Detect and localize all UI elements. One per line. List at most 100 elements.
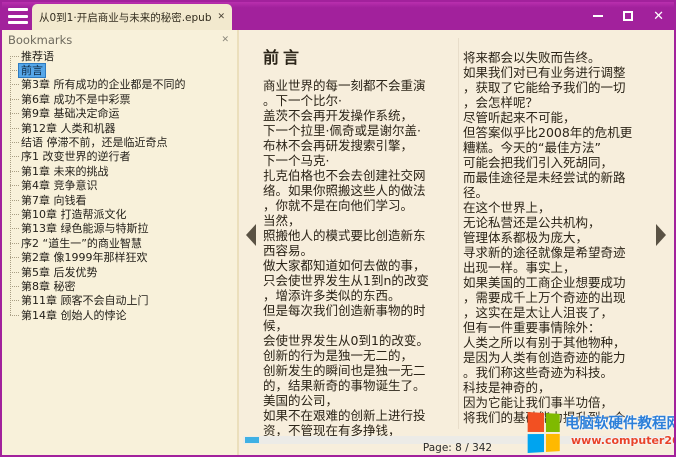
bookmark-item[interactable]: 第10章 打造帮派文化 xyxy=(10,207,237,221)
bookmark-label: 第11章 顾客不会自动上门 xyxy=(19,294,151,307)
text-line: 下一个拉里·佩奇或是谢尔盖· xyxy=(263,123,463,138)
text-line: 。下一个比尔· xyxy=(263,93,463,108)
text-line: 科技是神奇的， xyxy=(463,380,663,395)
bookmark-label: 第13章 绿色能源与特斯拉 xyxy=(19,222,151,235)
bookmark-item[interactable]: 第8章 秘密 xyxy=(10,279,237,293)
text-line: 的，结果新奇的事物诞生了。 xyxy=(263,378,463,393)
tree-branch-icon xyxy=(10,286,19,287)
tree-branch-icon xyxy=(10,315,19,316)
close-icon[interactable]: ✕ xyxy=(653,10,664,23)
bookmark-label: 第7章 向钱看 xyxy=(19,194,89,207)
tree-branch-icon xyxy=(10,243,19,244)
text-line: 糟糕。今天的“最佳方法” xyxy=(463,140,663,155)
tree-branch-icon xyxy=(10,185,19,186)
text-line: 照搬他人的模式要比创造新东 xyxy=(263,228,463,243)
text-line: 西容易。 xyxy=(263,243,463,258)
bookmark-item[interactable]: 前言 xyxy=(10,63,237,77)
text-line: 当然， xyxy=(263,213,463,228)
bookmark-item[interactable]: 第7章 向钱看 xyxy=(10,193,237,207)
tree-branch-icon xyxy=(10,200,19,201)
text-line: 如果我们对已有业务进行调整 xyxy=(463,65,663,80)
tree-branch-icon xyxy=(10,70,19,71)
text-line: 创新的行为是独一无二的， xyxy=(263,348,463,363)
bookmark-item[interactable]: 第9章 基础决定命运 xyxy=(10,107,237,121)
left-page: 前言 商业世界的每一刻都不会重演 。下一个比尔· 盖茨不会再开发操作系统， 下一… xyxy=(263,44,463,438)
tab-close-icon[interactable]: ✕ xyxy=(217,12,225,22)
bookmark-label: 第2章 像1999年那样狂欢 xyxy=(19,251,150,264)
text-line: 候， xyxy=(263,318,463,333)
bookmark-item[interactable]: 第13章 绿色能源与特斯拉 xyxy=(10,222,237,236)
tree-branch-icon xyxy=(10,128,19,129)
text-line: 如果不在艰难的创新上进行投 xyxy=(263,408,463,423)
bookmark-item[interactable]: 序1 改变世界的逆行者 xyxy=(10,150,237,164)
text-line: 如果美国的工商企业想要成功 xyxy=(463,275,663,290)
titlebar: 从0到1·开启商业与未来的秘密.epub ✕ ✕ xyxy=(2,2,674,30)
bookmark-item[interactable]: 第12章 人类和机器 xyxy=(10,121,237,135)
windows-logo-icon xyxy=(528,412,560,453)
text-line: ，获取了它能给予我们的一切 xyxy=(463,80,663,95)
tab-title: 从0到1·开启商业与未来的秘密.epub xyxy=(39,10,212,25)
bookmarks-tree: 推荐语 前言 第3章 所有成功的企业都是不同的 第6章 成功不是中彩票 xyxy=(10,49,237,322)
maximize-icon[interactable] xyxy=(623,11,633,21)
text-line: 只会使世界发生从1到n的改变 xyxy=(263,273,463,288)
watermark-site-name: 电脑软硬件教程网 xyxy=(565,412,676,433)
tree-branch-icon xyxy=(10,300,19,301)
bookmark-item[interactable]: 第2章 像1999年那样狂欢 xyxy=(10,250,237,264)
bookmarks-close-icon[interactable]: ✕ xyxy=(221,35,229,45)
text-line: 扎克伯格也不会去创建社交网 xyxy=(263,168,463,183)
prev-page-arrow-icon[interactable] xyxy=(246,224,256,246)
text-line: 管理体系都极为庞大， xyxy=(463,230,663,245)
watermark-site-url: www.computer26.com xyxy=(571,434,676,447)
bookmark-label: 推荐语 xyxy=(19,50,56,63)
bookmark-label: 序1 改变世界的逆行者 xyxy=(19,150,133,163)
bookmark-label: 第6章 成功不是中彩票 xyxy=(19,93,133,106)
tree-branch-icon xyxy=(10,257,19,258)
text-line: 美国的公司， xyxy=(263,393,463,408)
bookmark-item[interactable]: 序2 “道生一”的商业智慧 xyxy=(10,236,237,250)
bookmark-label: 第4章 竞争意识 xyxy=(19,179,100,192)
bookmark-item[interactable]: 第5章 后发优势 xyxy=(10,265,237,279)
tree-branch-icon xyxy=(10,272,19,273)
minimize-icon[interactable] xyxy=(593,15,603,17)
text-line: 下一个马克· xyxy=(263,153,463,168)
bookmark-item[interactable]: 第6章 成功不是中彩票 xyxy=(10,92,237,106)
bookmark-item[interactable]: 结语 停滞不前，还是临近奇点 xyxy=(10,135,237,149)
text-line: 寻求新的途径就像是希望奇迹 xyxy=(463,245,663,260)
bookmark-label: 第10章 打造帮派文化 xyxy=(19,208,129,221)
window-controls: ✕ xyxy=(593,2,664,30)
bookmark-item[interactable]: 第3章 所有成功的企业都是不同的 xyxy=(10,78,237,92)
text-line: 做大家都知道如何去做的事， xyxy=(263,258,463,273)
bookmark-item[interactable]: 第4章 竞争意识 xyxy=(10,179,237,193)
chapter-heading: 前言 xyxy=(263,44,463,68)
text-line: 尽管听起来不可能， xyxy=(463,110,663,125)
menu-icon[interactable] xyxy=(8,8,28,24)
bookmark-label: 前言 xyxy=(19,64,45,77)
text-line: 创新发生的瞬间也是独一无二 xyxy=(263,363,463,378)
bookmark-label: 第8章 秘密 xyxy=(19,280,78,293)
text-line: 径。 xyxy=(463,185,663,200)
text-line: 人类之所以有别于其他物种， xyxy=(463,335,663,350)
text-line: 盖茨不会再开发操作系统， xyxy=(263,108,463,123)
bookmark-item[interactable]: 第11章 顾客不会自动上门 xyxy=(10,294,237,308)
text-line: 是因为人类有创造奇迹的能力 xyxy=(463,350,663,365)
tree-branch-icon xyxy=(10,228,19,229)
right-page: 将来都会以失败而告终。 如果我们对已有业务进行调整 ，获取了它能给予我们的一切 … xyxy=(463,50,663,425)
text-line: 会使世界发生从0到1的改变。 xyxy=(263,333,463,348)
bookmark-item[interactable]: 第14章 创始人的悖论 xyxy=(10,308,237,322)
text-line: 布林不会再研发搜索引擎， xyxy=(263,138,463,153)
app-window: 从0到1·开启商业与未来的秘密.epub ✕ ✕ Bookmarks ✕ 推荐语 xyxy=(0,0,676,457)
watermark-text: 电脑软硬件教程网 www.computer26.com xyxy=(565,412,676,447)
text-line: 但是每次我们创造新事物的时 xyxy=(263,303,463,318)
bookmarks-header: Bookmarks ✕ xyxy=(2,30,237,48)
text-line: 在这个世界上， xyxy=(463,200,663,215)
tree-branch-icon xyxy=(10,214,19,215)
text-line: ，你就不是在向他们学习。 xyxy=(263,198,463,213)
text-line: 而最佳途径是未经尝试的新路 xyxy=(463,170,663,185)
text-line: ，会怎样呢？ xyxy=(463,95,663,110)
tree-branch-icon xyxy=(10,156,19,157)
document-tab[interactable]: 从0到1·开启商业与未来的秘密.epub ✕ xyxy=(32,4,232,30)
text-line: 。我们称这些奇迹为科技。 xyxy=(463,365,663,380)
bookmark-item[interactable]: 推荐语 xyxy=(10,49,237,63)
bookmark-item[interactable]: 第1章 未来的挑战 xyxy=(10,164,237,178)
bookmark-label: 序2 “道生一”的商业智慧 xyxy=(19,237,144,250)
